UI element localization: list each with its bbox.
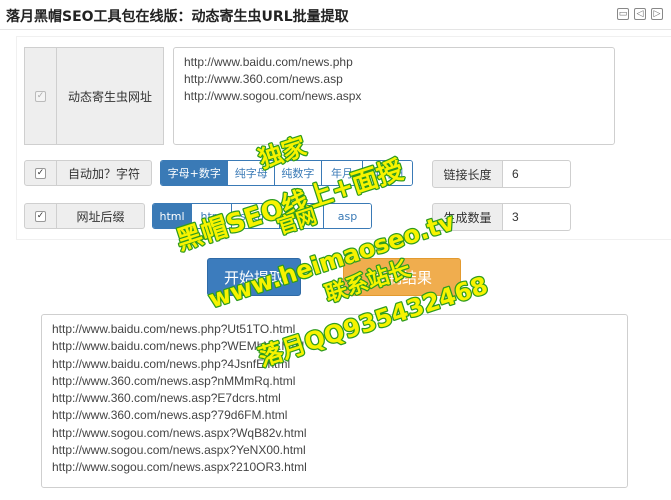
- result-line: http://www.360.com/news.asp?E7dcrs.html: [52, 391, 281, 406]
- auto-label: 自动加？字符: [67, 166, 140, 181]
- count-label: 生成数量: [432, 203, 503, 231]
- url-label: 动态寄生虫网址: [67, 89, 152, 104]
- suffix-button-group: html htm shtml xml asp: [152, 203, 372, 229]
- forward-icon[interactable]: ▷: [651, 8, 663, 20]
- suffix-checkbox-cell: ✓: [24, 203, 57, 229]
- url-checkbox: ✓: [35, 90, 46, 102]
- start-button[interactable]: 开始提取: [207, 258, 301, 296]
- suffix-label: 网址后缀: [76, 209, 125, 224]
- page-title: 落月黑帽SEO工具包在线版：动态寄生虫URL批量提取: [6, 9, 349, 25]
- mode-option-alnum[interactable]: 字母+数字: [161, 161, 228, 185]
- result-line: http://www.360.com/news.asp?79d6FM.html: [52, 408, 288, 423]
- auto-label-cell: 自动加？字符: [57, 160, 152, 186]
- copy-button[interactable]: 复制结果: [343, 258, 461, 296]
- title-bar-icons: ▭ ◁ ▷: [617, 8, 663, 20]
- url-checkbox-cell: ✓: [24, 47, 57, 145]
- link-length-label: 链接长度: [432, 160, 503, 188]
- url-label-cell: 动态寄生虫网址: [57, 47, 164, 145]
- url-input-line: http://www.360.com/news.asp: [184, 72, 343, 86]
- suffix-checkbox[interactable]: ✓: [35, 210, 46, 222]
- result-textarea[interactable]: http://www.baidu.com/news.php?Ut51TO.htm…: [41, 314, 628, 488]
- mode-option-letters[interactable]: 纯字母: [227, 161, 275, 185]
- url-input-line: http://www.baidu.com/news.php: [184, 55, 353, 69]
- mode-option-year-month[interactable]: 年月: [320, 161, 363, 185]
- url-input[interactable]: http://www.baidu.com/news.php http://www…: [173, 47, 615, 145]
- mode-button-group: 字母+数字 纯字母 纯数字 年月 年月日: [160, 160, 413, 186]
- result-line: http://www.baidu.com/news.php?WEMbX8.htm…: [52, 339, 305, 354]
- result-line: http://www.baidu.com/news.php?4JsnfE.htm…: [52, 356, 291, 371]
- suffix-option-htm[interactable]: htm: [191, 204, 231, 228]
- count-input[interactable]: 3: [503, 203, 571, 231]
- link-length-input[interactable]: 6: [503, 160, 571, 188]
- auto-checkbox-cell: ✓: [24, 160, 57, 186]
- suffix-label-cell: 网址后缀: [57, 203, 145, 229]
- result-line: http://www.sogou.com/news.aspx?WqB82v.ht…: [52, 425, 307, 440]
- result-line: http://www.360.com/news.asp?nMMmRq.html: [52, 373, 296, 388]
- result-line: http://www.sogou.com/news.aspx?YeNX00.ht…: [52, 443, 306, 458]
- url-input-line: http://www.sogou.com/news.aspx: [184, 89, 362, 103]
- mode-option-year-month-day[interactable]: 年月日: [362, 161, 412, 185]
- suffix-option-xml[interactable]: xml: [279, 204, 323, 228]
- suffix-option-html[interactable]: html: [153, 204, 191, 228]
- print-icon[interactable]: ▭: [617, 8, 629, 20]
- auto-checkbox[interactable]: ✓: [35, 167, 46, 179]
- back-icon[interactable]: ◁: [634, 8, 646, 20]
- title-bar: 落月黑帽SEO工具包在线版：动态寄生虫URL批量提取 ▭ ◁ ▷: [0, 0, 671, 30]
- result-line: http://www.sogou.com/news.aspx?210OR3.ht…: [52, 460, 307, 475]
- mode-option-digits[interactable]: 纯数字: [274, 161, 321, 185]
- suffix-option-shtml[interactable]: shtml: [231, 204, 279, 228]
- result-line: http://www.baidu.com/news.php?Ut51TO.htm…: [52, 322, 296, 336]
- suffix-option-asp[interactable]: asp: [323, 204, 371, 228]
